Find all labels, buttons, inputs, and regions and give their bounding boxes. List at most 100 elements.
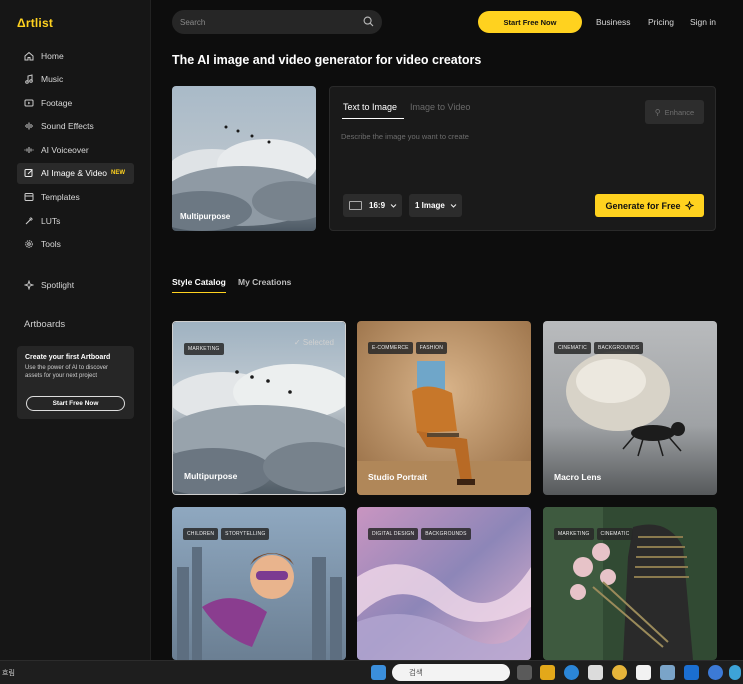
home-icon: [24, 51, 34, 61]
style-tag: BACKGROUNDS: [421, 528, 471, 540]
sidebar-item-ai-image-video[interactable]: AI Image & Video NEW: [17, 162, 134, 184]
gear-icon: [24, 239, 34, 249]
style-card-marketing-cinematic[interactable]: MARKETING CINEMATIC: [543, 507, 717, 660]
new-badge: NEW: [111, 170, 125, 177]
edge-browser-icon[interactable]: [564, 665, 579, 680]
catalog-tab-underline: [172, 292, 226, 293]
search-icon[interactable]: [363, 16, 374, 27]
pricing-link[interactable]: Pricing: [648, 17, 674, 27]
preview-label: Multipurpose: [180, 212, 231, 221]
wand-icon: ⚲: [654, 107, 661, 117]
templates-icon: [24, 192, 34, 202]
dropper-icon: [24, 216, 34, 226]
enhance-label: Enhance: [664, 107, 695, 117]
generate-button[interactable]: Generate for Free: [595, 194, 704, 217]
sidebar-item-label: Spotlight: [41, 279, 75, 290]
sidebar-item-luts[interactable]: LUTs: [17, 210, 134, 231]
sidebar-item-tools[interactable]: Tools: [17, 234, 134, 255]
app-icon-3[interactable]: [729, 665, 741, 680]
enhance-button[interactable]: ⚲ Enhance: [645, 100, 704, 124]
chevron-down-icon: [390, 204, 397, 208]
artboard-card-description: Use the power of AI to discover assets f…: [25, 365, 109, 379]
app-icon-2[interactable]: [708, 665, 723, 680]
taskbar-search-placeholder: 검색: [409, 668, 423, 677]
search-input[interactable]: [180, 17, 350, 27]
store-icon[interactable]: [588, 665, 603, 680]
sign-in-link[interactable]: Sign in: [690, 17, 716, 27]
prompt-input[interactable]: Describe the image you want to create: [341, 132, 469, 141]
style-name: Studio Portrait: [368, 472, 428, 482]
style-tags: MARKETING CINEMATIC: [554, 522, 636, 540]
image-count-select[interactable]: 1 Image: [409, 194, 462, 217]
taskbar-search[interactable]: 검색: [392, 664, 510, 681]
artboard-start-button[interactable]: Start Free Now: [26, 396, 125, 411]
sidebar-item-label: Footage: [41, 97, 73, 108]
chevron-down-icon: [450, 204, 457, 208]
sidebar-item-label: AI Image & Video: [41, 168, 107, 179]
todo-icon[interactable]: [684, 665, 699, 680]
sidebar-item-label: LUTs: [41, 215, 61, 226]
tab-text-to-image[interactable]: Text to Image: [343, 102, 397, 112]
app-icon[interactable]: [660, 665, 675, 680]
image-count-value: 1 Image: [415, 201, 445, 210]
style-tag: CINEMATIC: [554, 342, 591, 354]
page-title: The AI image and video generator for vid…: [172, 53, 482, 67]
style-tags: DIGITAL DESIGN BACKGROUNDS: [368, 522, 474, 540]
ai-edit-icon: [24, 168, 34, 178]
style-tag: MARKETING: [554, 528, 594, 540]
tab-image-to-video[interactable]: Image to Video: [410, 102, 470, 112]
soundwave-icon: [24, 121, 34, 131]
windows-start-icon[interactable]: [371, 665, 386, 680]
sidebar-item-label: Sound Effects: [41, 121, 94, 132]
sidebar-item-templates[interactable]: Templates: [17, 187, 134, 208]
generate-label: Generate for Free: [605, 200, 681, 211]
artlist-logo[interactable]: Δrtlist: [17, 16, 53, 30]
style-tag: FASHION: [415, 342, 448, 354]
sidebar-spotlight: Spotlight: [17, 274, 134, 298]
style-name: Multipurpose: [184, 471, 238, 481]
artboard-card-title: Create your first Artboard: [25, 354, 111, 361]
task-view-icon[interactable]: [517, 665, 532, 680]
aspect-ratio-select[interactable]: 16:9: [343, 194, 402, 217]
sidebar-item-home[interactable]: Home: [17, 45, 134, 66]
sidebar-item-label: AI Voiceover: [41, 144, 89, 155]
music-note-icon: [24, 74, 34, 84]
style-card-children[interactable]: CHILDREN STORYTELLING: [172, 507, 346, 660]
tab-style-catalog[interactable]: Style Catalog: [172, 277, 226, 287]
tab-my-creations[interactable]: My Creations: [238, 277, 291, 287]
sidebar-item-music[interactable]: Music: [17, 69, 134, 90]
artboards-heading: Artboards: [24, 319, 66, 330]
sidebar-item-ai-voiceover[interactable]: AI Voiceover: [17, 139, 134, 160]
style-tag: E-COMMERCE: [368, 342, 413, 354]
style-tag: CINEMATIC: [596, 528, 634, 540]
style-card-multipurpose[interactable]: MARKETING ✓ Selected Multipurpose: [172, 321, 346, 495]
chrome-icon[interactable]: [612, 665, 627, 680]
generator-panel: Text to Image Image to Video ⚲ Enhance D…: [329, 86, 716, 231]
style-card-digital-design[interactable]: DIGITAL DESIGN BACKGROUNDS: [357, 507, 531, 660]
clouds-image: [172, 86, 316, 231]
artboard-promo-card: Create your first Artboard Use the power…: [17, 346, 134, 419]
business-link[interactable]: Business: [596, 17, 631, 27]
active-tab-underline: [342, 118, 404, 119]
style-tag: CHILDREN: [183, 528, 219, 540]
style-tag: BACKGROUNDS: [593, 342, 644, 354]
sparkle-icon: [684, 201, 694, 210]
style-tags: CHILDREN STORYTELLING: [183, 522, 272, 540]
start-free-now-button[interactable]: Start Free Now: [478, 11, 582, 33]
sidebar-item-spotlight[interactable]: Spotlight: [17, 274, 134, 295]
aspect-ratio-value: 16:9: [369, 201, 386, 210]
sidebar-item-label: Templates: [41, 192, 80, 203]
style-tag: MARKETING: [184, 343, 224, 355]
sidebar-item-sound-effects[interactable]: Sound Effects: [17, 116, 134, 137]
file-explorer-icon[interactable]: [540, 665, 555, 680]
style-tags: E-COMMERCE FASHION: [368, 336, 450, 354]
sidebar-item-footage[interactable]: Footage: [17, 92, 134, 113]
style-tag: STORYTELLING: [221, 528, 270, 540]
check-icon: ✓: [293, 338, 301, 347]
style-tag: DIGITAL DESIGN: [368, 528, 419, 540]
sidebar: Δrtlist Home Music Footage Sound Effects…: [0, 0, 151, 660]
aspect-ratio-icon: [349, 201, 362, 210]
style-card-macro-lens[interactable]: CINEMATIC BACKGROUNDS Macro Lens: [543, 321, 717, 495]
notion-icon[interactable]: [636, 665, 651, 680]
style-card-studio-portrait[interactable]: E-COMMERCE FASHION Studio Portrait: [357, 321, 531, 495]
